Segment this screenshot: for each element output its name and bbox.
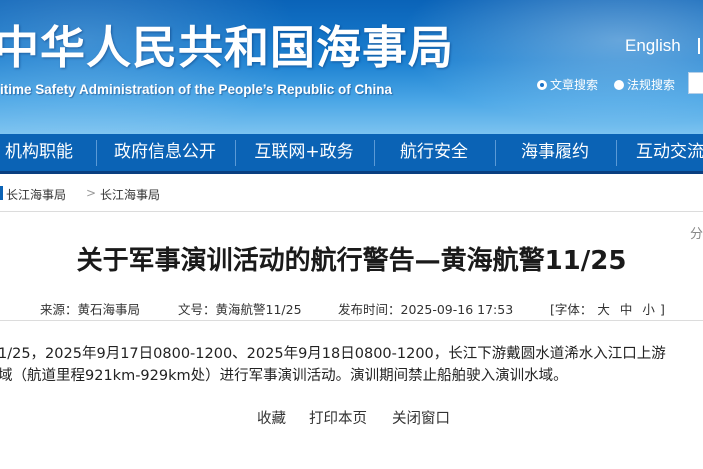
breadcrumb-item[interactable]: 长江海事局 (100, 186, 160, 203)
meta-publish-time: 发布时间：2025-09-16 17:53 (338, 299, 513, 318)
font-medium-button[interactable]: 中 (620, 302, 633, 317)
radio-law-search-label: 法规搜索 (627, 78, 676, 92)
radio-article-search[interactable]: 文章搜索 (537, 76, 598, 93)
favorite-button[interactable]: 收藏 (257, 407, 286, 428)
nav-item-interaction[interactable]: 互动交流 (618, 134, 703, 171)
font-size-label: [字体： (550, 302, 593, 317)
meta-divider (0, 320, 703, 321)
nav-separator (235, 140, 236, 166)
meta-source: 来源：黄石海事局 (40, 299, 140, 318)
nav-item-maritime-compliance[interactable]: 海事履约 (497, 134, 613, 171)
meta-doc-no-label: 文号： (178, 302, 216, 317)
site-title[interactable]: 中华人民共和国海事局 (0, 20, 454, 76)
nav-separator (616, 140, 617, 166)
meta-source-label: 来源： (40, 302, 78, 317)
meta-doc-no-value: 黄海航警11/25 (215, 302, 302, 317)
search-input[interactable] (688, 72, 703, 94)
site-subtitle: itime Safety Administration of the Peopl… (0, 82, 393, 97)
font-small-button[interactable]: 小 (642, 302, 655, 317)
breadcrumb-divider (0, 211, 703, 212)
nav-item-navigation-safety[interactable]: 航行安全 (376, 134, 492, 171)
meta-publish-label: 发布时间： (338, 302, 401, 317)
nav-separator (96, 140, 97, 166)
article-title: 关于军事演训活动的航行警告—黄海航警11/25 (76, 246, 627, 276)
article-body: 1/25，2025年9月17日0800-1200、2025年9月18日0800-… (0, 343, 703, 387)
meta-doc-no: 文号：黄海航警11/25 (178, 299, 302, 318)
header-separator (698, 38, 700, 54)
site-header: 中华人民共和国海事局 itime Safety Administration o… (0, 0, 703, 134)
nav-item-internet-gov[interactable]: 互联网+政务 (237, 134, 371, 171)
close-window-button[interactable]: 关闭窗口 (392, 407, 450, 428)
nav-item-gov-info[interactable]: 政府信息公开 (98, 134, 232, 171)
breadcrumb: 长江海事局 > 长江海事局 (0, 182, 703, 206)
english-link[interactable]: English (625, 36, 681, 56)
main-nav: 机构职能 政府信息公开 互联网+政务 航行安全 海事履约 互动交流 (0, 134, 703, 174)
radio-article-search-label: 文章搜索 (550, 78, 599, 92)
radio-checked-icon[interactable] (537, 79, 547, 90)
radio-law-search[interactable]: 法规搜索 (614, 76, 675, 93)
breadcrumb-separator: > (86, 186, 97, 200)
print-button[interactable]: 打印本页 (309, 407, 367, 428)
font-size-end: ] (659, 302, 665, 317)
meta-publish-value: 2025-09-16 17:53 (400, 302, 514, 317)
meta-source-value: 黄石海事局 (77, 302, 141, 317)
nav-item-institution[interactable]: 机构职能 (0, 134, 82, 171)
article-paragraph-line: 域（航道里程921km-929km处）进行军事演训活动。演训期间禁止船舶驶入演训… (0, 368, 568, 384)
font-large-button[interactable]: 大 (597, 302, 610, 317)
radio-unchecked-icon[interactable] (614, 79, 624, 90)
nav-separator (495, 140, 496, 166)
font-size-control: [字体： 大中小] (550, 299, 665, 318)
breadcrumb-item[interactable]: 长江海事局 (6, 186, 66, 203)
nav-separator (374, 140, 375, 166)
article-paragraph-line: 1/25，2025年9月17日0800-1200、2025年9月18日0800-… (0, 346, 666, 362)
